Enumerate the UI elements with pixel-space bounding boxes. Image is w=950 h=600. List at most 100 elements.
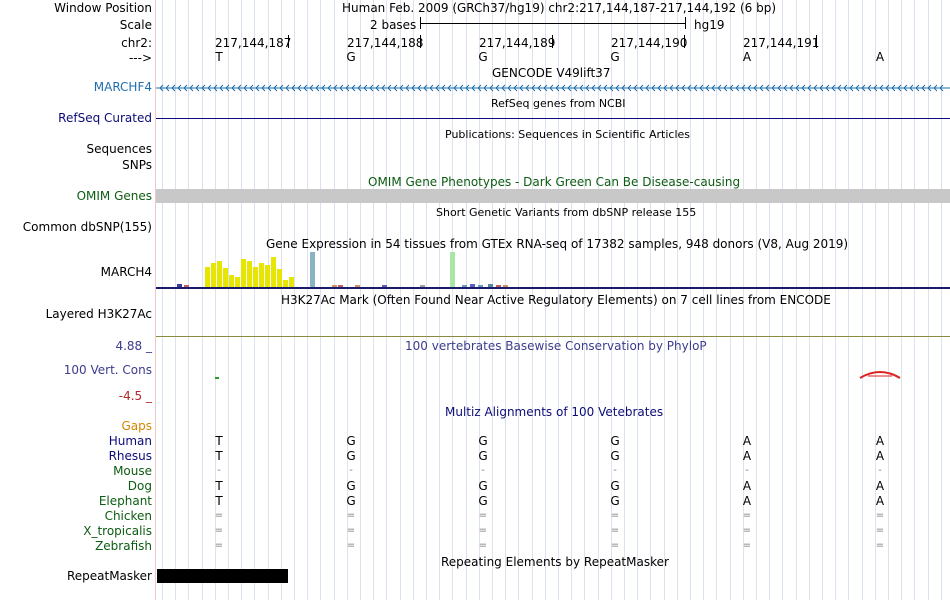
- multiz-aligned-base: =: [610, 510, 620, 521]
- multiz-species-label[interactable]: X_tropicalis: [83, 524, 152, 538]
- multiz-aligned-base: =: [214, 510, 224, 521]
- multiz-aligned-base: G: [478, 494, 488, 508]
- gtex-tissue-bar[interactable]: [241, 259, 246, 287]
- gtex-baseline: [156, 287, 950, 289]
- multiz-aligned-base: G: [346, 449, 356, 463]
- window-position-value: Human Feb. 2009 (GRCh37/hg19) chr2:217,1…: [342, 1, 777, 15]
- multiz-aligned-base: G: [478, 449, 488, 463]
- gtex-tissue-bar[interactable]: [205, 267, 210, 287]
- publications-sequences-label[interactable]: Sequences: [87, 142, 152, 156]
- phylop-title[interactable]: 100 vertebrates Basewise Conservation by…: [405, 339, 707, 353]
- refseq-label[interactable]: RefSeq Curated: [58, 111, 152, 125]
- ruler-tick: [552, 35, 553, 48]
- multiz-gaps-label[interactable]: Gaps: [121, 419, 152, 433]
- gtex-tissue-bar[interactable]: [271, 257, 276, 287]
- multiz-aligned-base: =: [214, 540, 224, 551]
- multiz-species-label[interactable]: Rhesus: [109, 449, 152, 463]
- ruler-base: A: [875, 50, 885, 64]
- ruler-position: 217,144,189: [479, 36, 556, 50]
- multiz-title[interactable]: Multiz Alignments of 100 Vetebrates: [445, 405, 663, 419]
- repeatmasker-feature[interactable]: [157, 569, 288, 583]
- multiz-aligned-base: A: [742, 434, 752, 448]
- multiz-aligned-base: =: [742, 510, 752, 521]
- gtex-tissue-bar[interactable]: [223, 268, 228, 287]
- multiz-aligned-base: =: [346, 540, 356, 551]
- ruler-base: A: [742, 50, 752, 64]
- multiz-aligned-base: =: [875, 525, 885, 536]
- publications-snps-label[interactable]: SNPs: [122, 158, 152, 172]
- multiz-species-label[interactable]: Chicken: [105, 509, 152, 523]
- gtex-tissue-bar[interactable]: [247, 261, 252, 287]
- multiz-aligned-base: T: [215, 434, 223, 448]
- ruler-base: T: [215, 50, 223, 64]
- multiz-aligned-base: =: [875, 540, 885, 551]
- multiz-species-label[interactable]: Human: [109, 434, 152, 448]
- ruler-tick: [420, 35, 421, 48]
- ruler-base: G: [610, 50, 620, 64]
- h3k27ac-title[interactable]: H3K27Ac Mark (Often Found Near Active Re…: [281, 293, 831, 307]
- gtex-tissue-bar[interactable]: [217, 261, 222, 287]
- gencode-title[interactable]: GENCODE V49lift37: [492, 66, 610, 80]
- gtex-tissue-bar[interactable]: [265, 265, 270, 287]
- gtex-title[interactable]: Gene Expression in 54 tissues from GTEx …: [266, 237, 848, 251]
- gtex-tissue-bar[interactable]: [310, 252, 315, 287]
- ruler-tick: [816, 35, 817, 48]
- gtex-tissue-bar[interactable]: [283, 280, 288, 287]
- h3k27ac-label[interactable]: Layered H3K27Ac: [46, 307, 152, 321]
- multiz-aligned-base: A: [875, 494, 885, 508]
- gtex-tissue-bar[interactable]: [229, 275, 234, 287]
- multiz-aligned-base: -: [217, 465, 221, 476]
- multiz-species-label[interactable]: Dog: [128, 479, 152, 493]
- multiz-aligned-base: A: [742, 494, 752, 508]
- multiz-aligned-base: -: [481, 465, 485, 476]
- repeatmasker-label[interactable]: RepeatMasker: [67, 569, 152, 583]
- strand-label: --->: [128, 51, 152, 65]
- gtex-tissue-bar[interactable]: [289, 277, 294, 287]
- dbsnp-label[interactable]: Common dbSNP(155): [23, 220, 152, 234]
- multiz-aligned-base: =: [478, 525, 488, 536]
- gtex-tissue-bar[interactable]: [450, 252, 455, 287]
- publications-title[interactable]: Publications: Sequences in Scientific Ar…: [445, 128, 690, 142]
- multiz-aligned-base: G: [478, 434, 488, 448]
- repeatmasker-title[interactable]: Repeating Elements by RepeatMasker: [441, 555, 669, 569]
- chr-label: chr2:: [121, 36, 152, 50]
- genome-browser: Window Position Human Feb. 2009 (GRCh37/…: [0, 0, 950, 600]
- ruler-position: 217,144,188: [347, 36, 424, 50]
- scale-value: 2 bases: [370, 18, 417, 32]
- multiz-species-label[interactable]: Zebrafish: [95, 539, 152, 553]
- multiz-aligned-base: G: [610, 494, 620, 508]
- multiz-aligned-base: A: [742, 449, 752, 463]
- refseq-title[interactable]: RefSeq genes from NCBI: [491, 97, 626, 111]
- multiz-species-label[interactable]: Mouse: [113, 464, 152, 478]
- gtex-tissue-bar[interactable]: [259, 263, 264, 287]
- ruler-base: G: [346, 50, 356, 64]
- multiz-aligned-base: -: [878, 465, 882, 476]
- gtex-tissue-bar[interactable]: [253, 267, 258, 287]
- phylop-min-label: -4.5 _: [118, 389, 152, 403]
- multiz-aligned-base: A: [875, 434, 885, 448]
- multiz-species-label[interactable]: Elephant: [99, 494, 152, 508]
- omim-feature-bar[interactable]: [156, 189, 950, 203]
- omim-label[interactable]: OMIM Genes: [77, 189, 152, 203]
- gtex-tissue-bar[interactable]: [211, 263, 216, 287]
- ruler-position: 217,144,191: [743, 36, 820, 50]
- multiz-aligned-base: =: [875, 510, 885, 521]
- omim-title[interactable]: OMIM Gene Phenotypes - Dark Green Can Be…: [368, 175, 740, 189]
- multiz-aligned-base: T: [215, 479, 223, 493]
- gtex-tissue-bar[interactable]: [277, 269, 282, 287]
- multiz-aligned-base: G: [610, 434, 620, 448]
- gencode-gene-feature[interactable]: [156, 82, 950, 94]
- scale-bar: [420, 23, 685, 24]
- gtex-label[interactable]: MARCH4: [101, 265, 152, 279]
- multiz-aligned-base: G: [346, 494, 356, 508]
- multiz-aligned-base: A: [875, 449, 885, 463]
- gtex-tissue-bar[interactable]: [235, 277, 240, 287]
- multiz-aligned-base: G: [346, 434, 356, 448]
- multiz-aligned-base: =: [346, 510, 356, 521]
- window-position-label: Window Position: [54, 1, 152, 15]
- dbsnp-title[interactable]: Short Genetic Variants from dbSNP releas…: [436, 206, 696, 220]
- gencode-gene-label[interactable]: MARCHF4: [94, 80, 152, 94]
- multiz-aligned-base: =: [478, 510, 488, 521]
- refseq-gene-feature[interactable]: [156, 118, 950, 119]
- phylop-label[interactable]: 100 Vert. Cons: [64, 363, 152, 377]
